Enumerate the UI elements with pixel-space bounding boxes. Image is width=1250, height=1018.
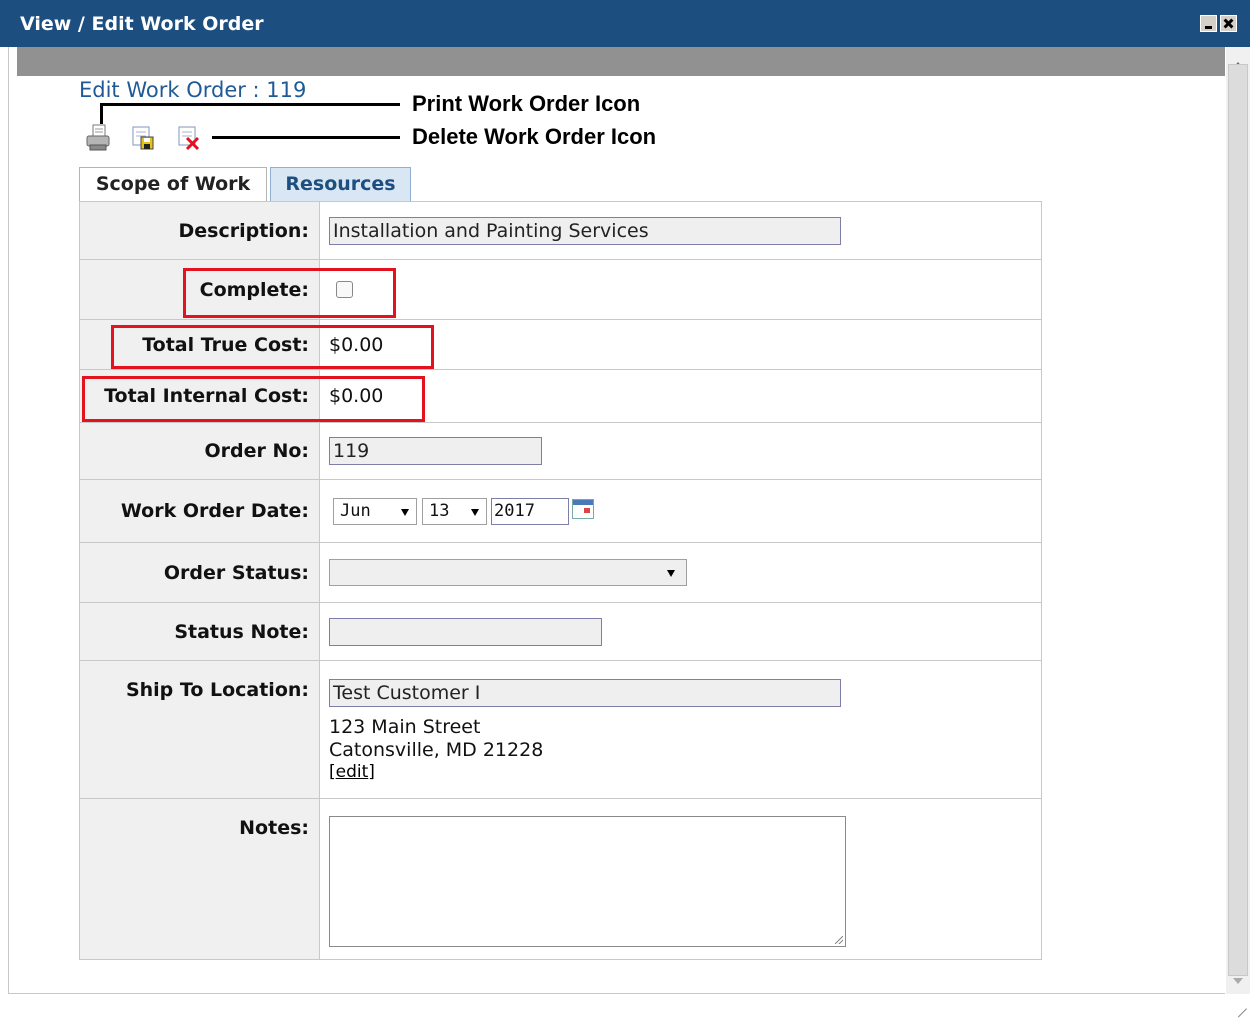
- close-icon[interactable]: [1220, 15, 1237, 32]
- total-internal-cost-value: $0.00: [329, 385, 384, 407]
- scrollbar-thumb[interactable]: [1228, 64, 1248, 976]
- chevron-down-icon: [471, 508, 479, 516]
- total-true-cost-highlight-box: [111, 325, 434, 369]
- description-row: Description: Installation and Painting S…: [80, 202, 1041, 260]
- ship-to-location-label: Ship To Location:: [80, 661, 320, 798]
- description-input[interactable]: Installation and Painting Services: [329, 216, 841, 245]
- order-status-select[interactable]: [329, 559, 687, 586]
- address-line-1: 123 Main Street: [329, 716, 481, 738]
- status-note-row: Status Note:: [80, 603, 1041, 661]
- scroll-down-icon[interactable]: [1233, 978, 1243, 984]
- tab-scope-of-work[interactable]: Scope of Work: [79, 167, 267, 202]
- delete-callout-line: [212, 136, 400, 139]
- tab-resources[interactable]: Resources: [270, 167, 411, 202]
- order-no-row: Order No: 119: [80, 423, 1041, 480]
- resize-grip-icon[interactable]: [1237, 999, 1247, 1009]
- year-input[interactable]: 2017: [491, 497, 569, 525]
- printer-icon[interactable]: [85, 123, 111, 151]
- print-callout-line: [100, 103, 400, 106]
- ship-to-location-row: Ship To Location: Test Customer I 123 Ma…: [80, 661, 1041, 799]
- save-icon[interactable]: [130, 123, 156, 151]
- delete-annotation: Delete Work Order Icon: [412, 124, 657, 149]
- order-no-input[interactable]: 119: [329, 437, 542, 465]
- header-bar: [17, 47, 1225, 76]
- ship-to-input[interactable]: Test Customer I: [329, 679, 841, 707]
- status-note-label: Status Note:: [80, 603, 320, 660]
- month-select[interactable]: Jun: [333, 497, 417, 525]
- calendar-icon[interactable]: [572, 499, 594, 519]
- notes-row: Notes:: [80, 799, 1041, 959]
- minimize-icon[interactable]: [1200, 15, 1217, 32]
- chevron-down-icon: [401, 508, 409, 516]
- description-label: Description:: [80, 202, 320, 259]
- work-order-date-row: Work Order Date: Jun 13 2017: [80, 480, 1041, 543]
- print-callout-line: [100, 103, 103, 124]
- complete-highlight-box: [183, 268, 396, 318]
- work-order-date-label: Work Order Date:: [80, 480, 320, 542]
- notes-textarea[interactable]: [329, 816, 846, 947]
- order-no-label: Order No:: [80, 423, 320, 479]
- page-title: Edit Work Order : 119: [79, 78, 307, 102]
- print-annotation: Print Work Order Icon: [412, 91, 641, 116]
- chevron-down-icon: [667, 570, 675, 577]
- notes-label: Notes:: [80, 799, 320, 959]
- order-status-label: Order Status:: [80, 543, 320, 602]
- status-note-input[interactable]: [329, 617, 602, 646]
- window-title: View / Edit Work Order: [20, 13, 264, 35]
- day-select[interactable]: 13: [422, 497, 487, 525]
- delete-icon[interactable]: [176, 123, 202, 151]
- edit-address: [edit]: [329, 762, 375, 782]
- total-internal-cost-highlight-box: [82, 376, 425, 422]
- edit-address-link[interactable]: edit: [336, 762, 369, 782]
- window-titlebar: View / Edit Work Order: [0, 0, 1250, 47]
- order-status-row: Order Status:: [80, 543, 1041, 603]
- address-line-2: Catonsville, MD 21228: [329, 739, 544, 761]
